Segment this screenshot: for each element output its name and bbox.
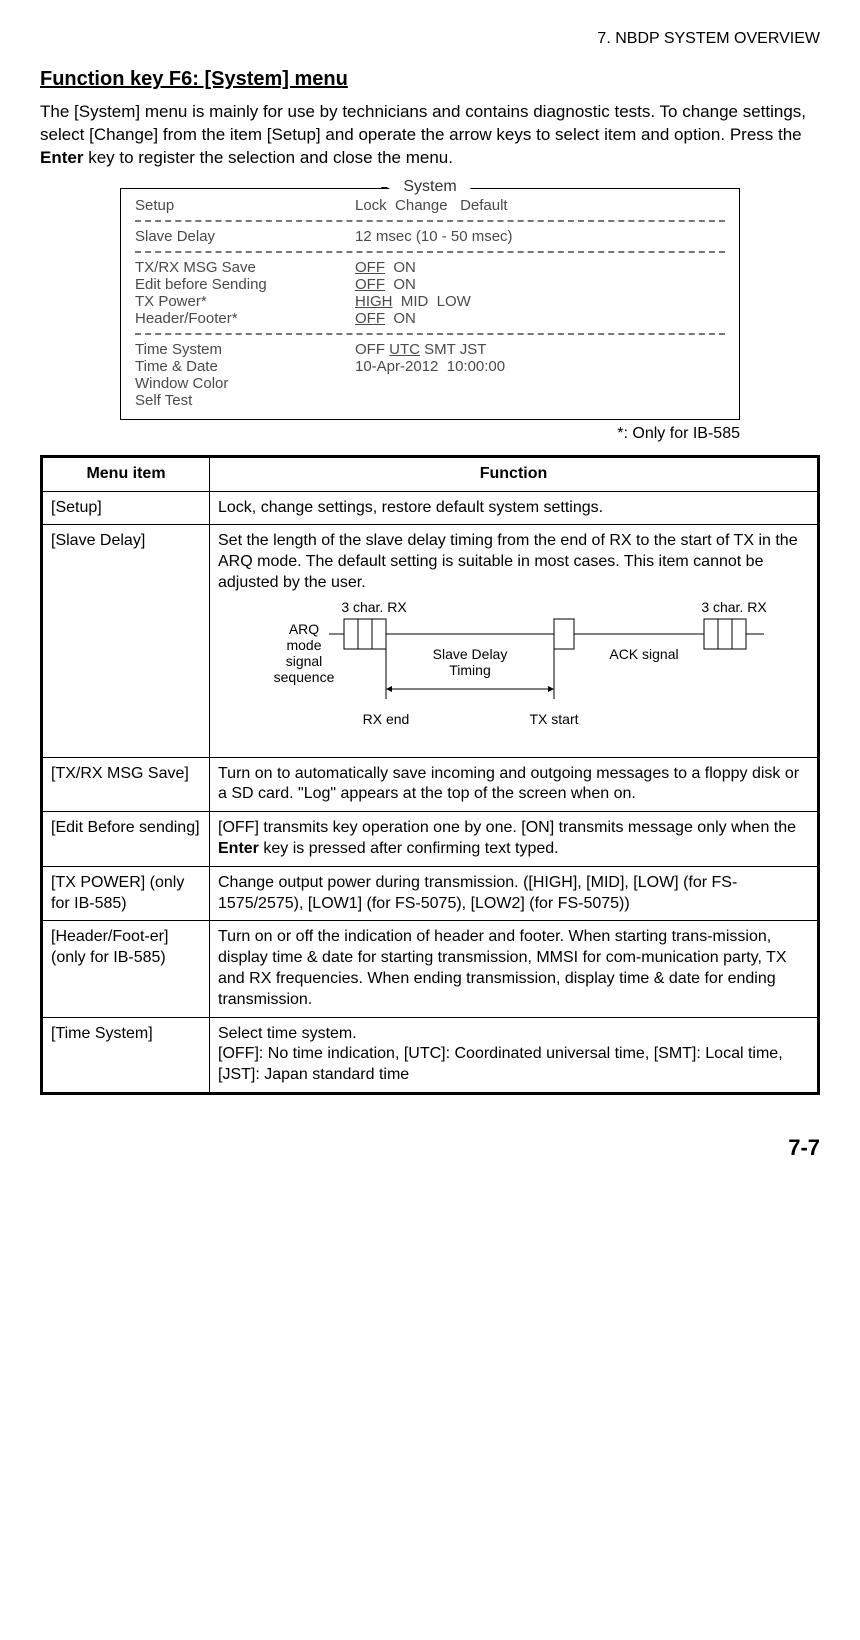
system-menu-figure: System SetupLock Change DefaultSlave Del… xyxy=(120,188,740,420)
page-number: 7-7 xyxy=(40,1135,820,1161)
svg-text:3 char. RX: 3 char. RX xyxy=(701,599,767,615)
table-row: [Time System]Select time system.[OFF]: N… xyxy=(42,1017,819,1093)
table-row: [Edit Before sending][OFF] transmits key… xyxy=(42,812,819,867)
table-row: [Header/Foot-er] (only for IB-585)Turn o… xyxy=(42,921,819,1017)
svg-text:RX end: RX end xyxy=(362,711,409,727)
chapter-header: 7. NBDP SYSTEM OVERVIEW xyxy=(40,30,820,48)
system-row: Edit before SendingOFF ON xyxy=(135,276,725,293)
timing-diagram: ARQ mode signal sequence 3 char. RX ACK … xyxy=(234,594,794,744)
svg-text:TX start: TX start xyxy=(529,711,578,727)
system-row: TX/RX MSG SaveOFF ON xyxy=(135,259,725,276)
intro-paragraph: The [System] menu is mainly for use by t… xyxy=(40,101,820,170)
svg-text:ACK signal: ACK signal xyxy=(609,646,678,662)
system-row: Slave Delay12 msec (10 - 50 msec) xyxy=(135,228,725,245)
svg-text:3 char. RX: 3 char. RX xyxy=(341,599,407,615)
th-function: Function xyxy=(210,456,819,491)
table-row: [TX POWER] (only for IB-585)Change outpu… xyxy=(42,866,819,921)
footnote-text: *: Only for IB-585 xyxy=(120,425,740,443)
page-heading: Function key F6: [System] menu xyxy=(40,68,820,91)
system-row: Time SystemOFF UTC SMT JST xyxy=(135,341,725,358)
system-box-title: System xyxy=(389,178,470,196)
svg-text:sequence: sequence xyxy=(273,669,334,685)
system-row: Time & Date10-Apr-2012 10:00:00 xyxy=(135,358,725,375)
table-row: [TX/RX MSG Save]Turn on to automatically… xyxy=(42,757,819,812)
svg-text:mode: mode xyxy=(286,637,321,653)
system-row: TX Power*HIGH MID LOW xyxy=(135,293,725,310)
table-row: [Setup]Lock, change settings, restore de… xyxy=(42,491,819,525)
svg-text:Slave Delay: Slave Delay xyxy=(432,646,507,662)
system-row: Self Test xyxy=(135,392,725,409)
table-row: [Slave Delay]Set the length of the slave… xyxy=(42,525,819,757)
function-table: Menu item Function [Setup]Lock, change s… xyxy=(40,455,820,1095)
th-menu-item: Menu item xyxy=(42,456,210,491)
system-row: Header/Footer*OFF ON xyxy=(135,310,725,327)
svg-text:Timing: Timing xyxy=(449,662,491,678)
svg-text:ARQ: ARQ xyxy=(288,621,318,637)
system-row: Window Color xyxy=(135,375,725,392)
system-row: SetupLock Change Default xyxy=(135,197,725,214)
svg-text:signal: signal xyxy=(285,653,322,669)
